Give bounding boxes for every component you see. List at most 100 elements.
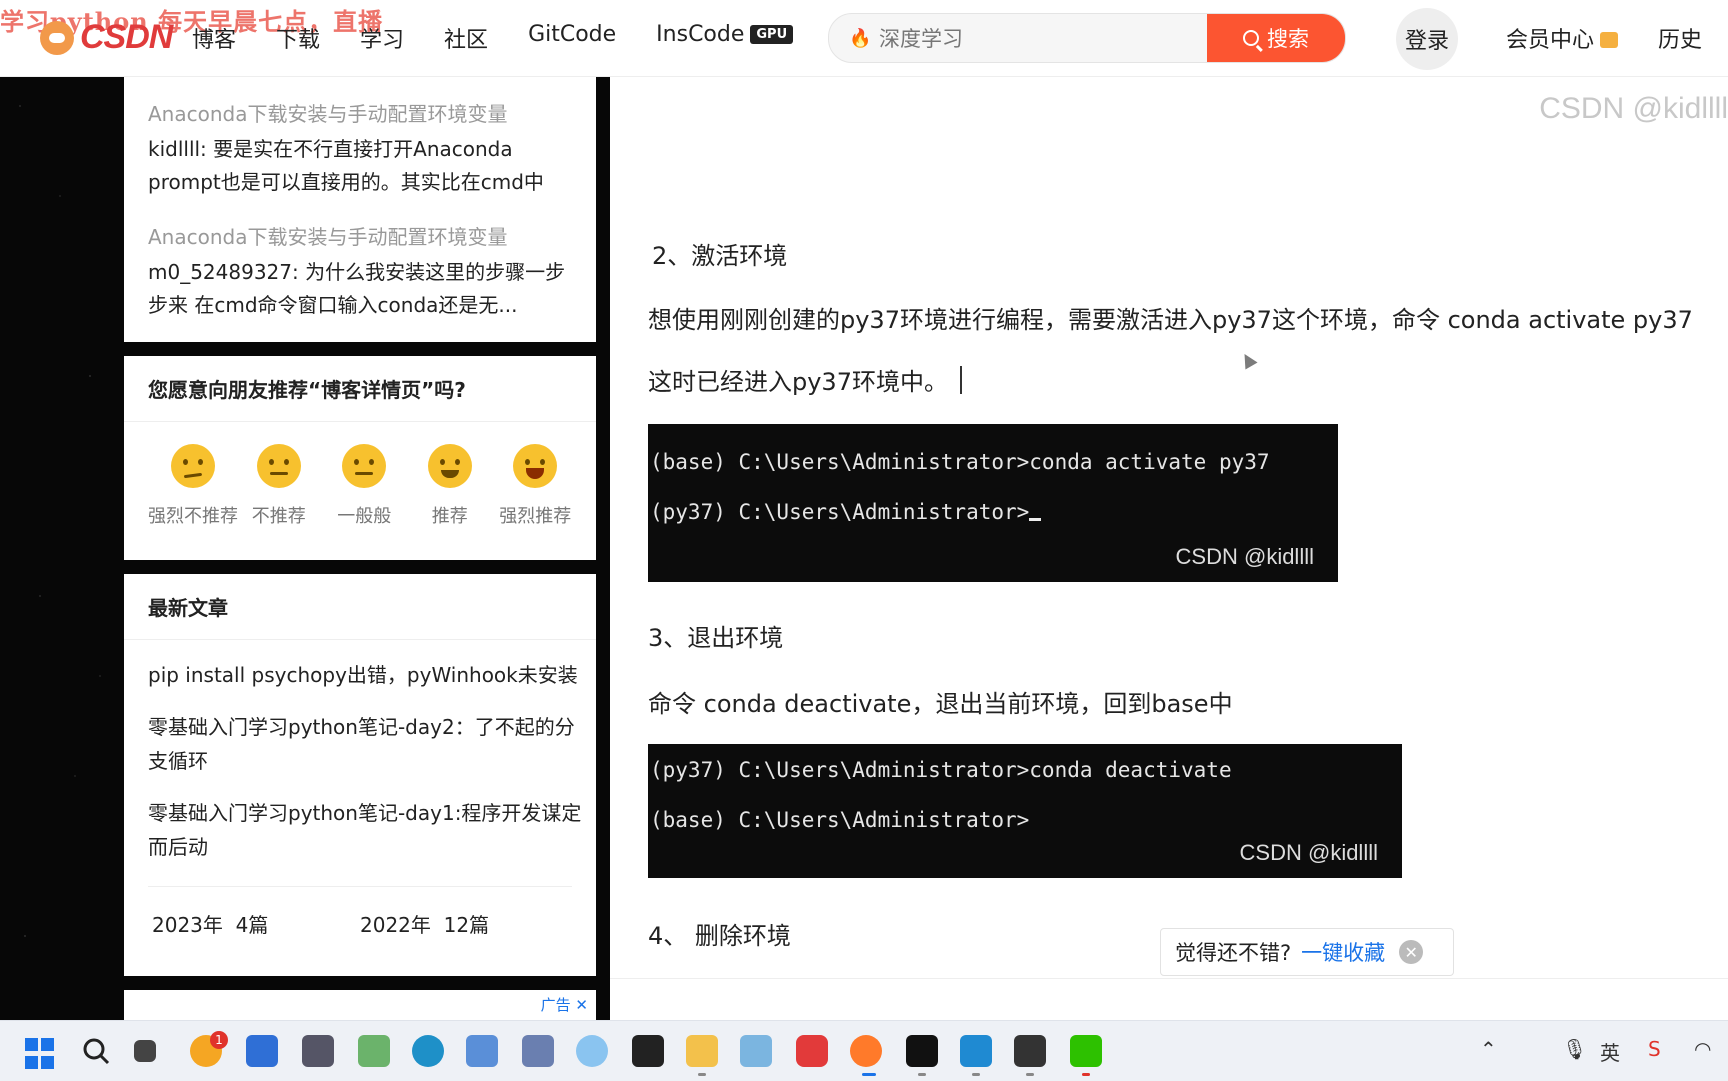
close-icon[interactable]: ✕: [575, 996, 588, 1014]
chart-icon[interactable]: [466, 1035, 498, 1067]
notes-icon[interactable]: [632, 1035, 664, 1067]
ime-indicator[interactable]: 英: [1600, 1037, 1620, 1066]
archive-list: 2023年 4篇 2022年 12篇: [124, 887, 596, 960]
vip-label: 会员中心: [1506, 28, 1595, 53]
running-indicator: [972, 1073, 980, 1076]
article-link[interactable]: pip install psychopy出错，pyWinhook未安装: [148, 658, 584, 692]
edge-icon[interactable]: [412, 1035, 444, 1067]
sougou-icon[interactable]: S: [1648, 1037, 1661, 1061]
flame-icon: 🔥: [849, 28, 872, 49]
game-icon[interactable]: [740, 1035, 772, 1067]
vscode-icon[interactable]: [960, 1035, 992, 1067]
terminal-screenshot: (base) C:\Users\Administrator>conda acti…: [648, 424, 1338, 582]
top-navbar: 学习python 每天早晨七点，直播 CSDN 博客 下载 学习 社区 GitC…: [0, 0, 1728, 77]
archive-year: 2023年: [152, 913, 223, 937]
wifi-icon[interactable]: ◠: [1694, 1037, 1711, 1061]
windows-start-icon[interactable]: [25, 1038, 57, 1070]
comment-text[interactable]: kidllll: 要是实在不行直接打开Anaconda prompt也是可以直接…: [148, 133, 572, 199]
store-icon[interactable]: [246, 1035, 278, 1067]
laugh-face-icon: [513, 444, 558, 488]
gpu-badge: GPU: [750, 25, 794, 44]
firefox-icon[interactable]: [850, 1035, 882, 1067]
text-caret: [959, 366, 962, 394]
terminal-line: (base) C:\Users\Administrator>: [650, 808, 1030, 832]
logo-text: CSDN: [80, 18, 173, 56]
netease-music-icon[interactable]: [796, 1035, 828, 1067]
login-button[interactable]: 登录: [1396, 8, 1458, 70]
history-link[interactable]: 历史: [1658, 22, 1702, 54]
smile-face-icon: [427, 444, 472, 488]
paragraph-text: 这时已经进入py37环境中。: [648, 368, 948, 396]
map-icon[interactable]: [358, 1035, 390, 1067]
vip-center-link[interactable]: 会员中心: [1506, 22, 1619, 54]
terminal-screenshot: (py37) C:\Users\Administrator>conda deac…: [648, 744, 1402, 878]
rating-recommend[interactable]: 推荐: [407, 444, 493, 528]
article-toolbar: [610, 978, 1728, 1021]
terminal-line: (base) C:\Users\Administrator>conda acti…: [650, 450, 1270, 474]
comment-article-title[interactable]: Anaconda下载安装与手动配置环境变量: [148, 221, 572, 250]
article-content: CSDN @kidllll 2、激活环境 想使用刚刚创建的py37环境进行编程，…: [610, 76, 1728, 1020]
comment-article-title[interactable]: Anaconda下载安装与手动配置环境变量: [148, 98, 572, 127]
task-view-icon[interactable]: [134, 1040, 156, 1062]
section-heading: 3、退出环境: [648, 624, 784, 652]
nav-blog[interactable]: 博客: [192, 22, 236, 54]
nav-inscode[interactable]: InsCode GPU: [656, 22, 794, 54]
tools-icon[interactable]: [522, 1035, 554, 1067]
close-icon[interactable]: ✕: [1399, 940, 1424, 964]
article-link[interactable]: 零基础入门学习python笔记-day2：了不起的分支循环: [148, 710, 584, 778]
rating-label: 强烈推荐: [499, 506, 572, 527]
rating-label: 强烈不推荐: [148, 506, 238, 527]
archive-count: 12篇: [443, 913, 490, 937]
search-icon: [1243, 30, 1259, 46]
search-input[interactable]: [877, 14, 1221, 62]
comment-item[interactable]: Anaconda下载安装与手动配置环境变量 kidllll: 要是实在不行直接打…: [124, 98, 596, 199]
terminal-line: (py37) C:\Users\Administrator>: [650, 500, 1042, 524]
camera-icon[interactable]: [302, 1035, 334, 1067]
notification-badge: 1: [210, 1031, 228, 1049]
comment-item[interactable]: Anaconda下载安装与手动配置环境变量 m0_52489327: 为什么我安…: [124, 221, 596, 322]
archive-2023[interactable]: 2023年 4篇: [152, 909, 360, 938]
chevron-up-icon[interactable]: ⌃: [1480, 1037, 1497, 1061]
rating-strongly-not[interactable]: 强烈不推荐: [148, 444, 238, 528]
section-heading: 2、激活环境: [652, 242, 788, 270]
search-icon[interactable]: [80, 1035, 112, 1067]
folder-icon[interactable]: [686, 1035, 718, 1067]
csdn-mascot-icon: [40, 20, 74, 55]
article-link[interactable]: 零基础入门学习python笔记-day1:程序开发谋定而后动: [148, 796, 584, 864]
rating-label: 推荐: [431, 506, 468, 527]
console-icon[interactable]: [1014, 1035, 1046, 1067]
nav-community[interactable]: 社区: [444, 22, 488, 54]
gift-icon: [1600, 32, 1619, 48]
rating-not[interactable]: 不推荐: [236, 444, 322, 528]
search-button[interactable]: 搜索: [1207, 14, 1345, 62]
rating-neutral[interactable]: 一般般: [322, 444, 408, 528]
survey-title: 您愿意向朋友推荐“博客详情页”吗?: [124, 356, 596, 422]
recent-comments-panel: Anaconda下载安装与手动配置环境变量 kidllll: 要是实在不行直接打…: [124, 76, 596, 342]
archive-year: 2022年: [360, 913, 431, 937]
running-indicator: [1026, 1073, 1034, 1076]
rating-strongly-recommend[interactable]: 强烈推荐: [493, 444, 579, 528]
microphone-icon[interactable]: 🎙: [1562, 1037, 1587, 1061]
wechat-icon[interactable]: [1070, 1035, 1102, 1067]
running-indicator: [918, 1073, 926, 1076]
image-watermark: CSDN @kidllll: [1539, 92, 1728, 125]
ad-panel: 广告 ✕: [124, 990, 596, 1020]
puzzle-icon[interactable]: [576, 1035, 608, 1067]
paragraph: 想使用刚刚创建的py37环境进行编程，需要激活进入py37这个环境，命令 con…: [648, 306, 1693, 334]
running-indicator: [1082, 1073, 1090, 1076]
csdn-logo[interactable]: CSDN: [40, 18, 173, 57]
nav-gitcode[interactable]: GitCode: [528, 22, 616, 54]
favorite-link[interactable]: 一键收藏: [1301, 937, 1385, 967]
windows-taskbar: 1 ⌃ 🎙 英 S ◠: [0, 1020, 1728, 1081]
archive-2022[interactable]: 2022年 12篇: [360, 909, 568, 938]
paragraph: 这时已经进入py37环境中。: [648, 362, 962, 397]
latest-articles-title: 最新文章: [124, 574, 596, 640]
ad-label[interactable]: 广告 ✕: [541, 994, 588, 1015]
terminal-icon[interactable]: [906, 1035, 938, 1067]
nav-download[interactable]: 下载: [276, 22, 320, 54]
search-button-label: 搜索: [1267, 27, 1309, 51]
nav-learn[interactable]: 学习: [360, 22, 404, 54]
rating-label: 一般般: [337, 506, 392, 527]
running-indicator: [698, 1073, 706, 1076]
comment-text[interactable]: m0_52489327: 为什么我安装这里的步骤一步步来 在cmd命令窗口输入c…: [148, 256, 572, 322]
